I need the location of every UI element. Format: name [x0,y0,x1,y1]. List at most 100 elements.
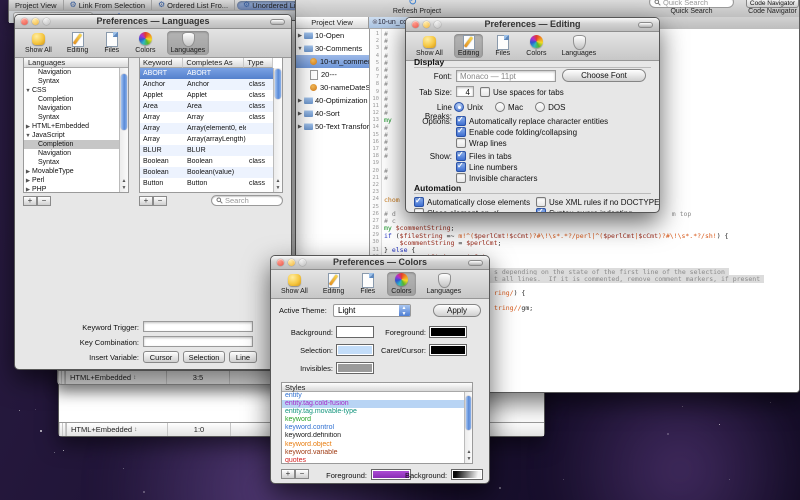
key-combination-field[interactable] [143,336,253,347]
tree-item[interactable]: ▶10-Open [296,29,369,42]
disclosure-collapsed-icon[interactable]: ▶ [296,124,304,130]
sidebar-item[interactable]: ▶PHP [24,185,119,193]
styles-scrollbar[interactable]: ▲▼ [464,392,472,463]
minimize-button[interactable] [288,259,295,266]
zoom-button[interactable] [434,21,441,28]
disclosure-expanded-icon[interactable]: ▼ [296,46,304,52]
toolbar-item-files[interactable]: Files [99,31,124,55]
style-background-swatch[interactable] [451,469,483,480]
tree-item[interactable]: ▶40-Optimization [296,94,369,107]
title-bar[interactable]: Preferences — Editing [406,18,659,32]
swatch-caretcursor[interactable] [429,344,467,356]
sidebar-item[interactable]: Syntax [24,158,119,167]
insert-cursor-button[interactable]: Cursor [143,351,179,363]
toolbar-pill-button[interactable] [270,19,285,25]
add-style-button[interactable]: + [281,469,295,479]
remove-style-button[interactable]: − [295,469,309,479]
style-item[interactable]: keyword [282,416,464,424]
minimize-button[interactable] [423,21,430,28]
sidebar-item[interactable]: ▶Perl [24,176,119,185]
checkbox-row[interactable]: Enable code folding/collapsing [456,127,577,137]
apply-button[interactable]: Apply [433,304,481,317]
checkbox-unchecked[interactable] [456,173,466,183]
title-bar[interactable]: Preferences — Colors [271,256,489,270]
table-row[interactable]: ArrayArrayclass [140,112,273,123]
checkbox-row[interactable]: Line numbers [456,162,517,172]
sidebar-item[interactable]: Navigation [24,104,119,113]
checkbox-checked[interactable] [456,162,466,172]
sidebar-item[interactable]: Syntax [24,113,119,122]
radio-selected[interactable] [454,102,464,112]
remove-keyword-button[interactable]: − [153,196,167,206]
table-row[interactable]: BooleanBoolean(value) [140,167,273,178]
checkbox-row[interactable]: Use spaces for tabs [480,87,564,97]
keyword-search-input[interactable]: Search [211,195,283,206]
keyword-trigger-field[interactable] [143,321,253,332]
disclosure-expanded-icon[interactable]: ▼ [24,88,32,94]
zoom-button[interactable] [299,259,306,266]
toolbar-item-languages[interactable]: Languages [423,272,466,296]
sidebar-item[interactable]: Navigation [24,149,119,158]
table-row[interactable]: AnchorAnchorclass [140,79,273,90]
zoom-button[interactable] [43,18,50,25]
remove-language-button[interactable]: − [37,196,51,206]
sidebar-item[interactable]: Completion [24,140,119,149]
sidebar-scrollbar[interactable]: ▲▼ [119,68,128,192]
style-item[interactable]: quotes [282,457,464,464]
minimize-button[interactable] [32,18,39,25]
title-bar[interactable]: Preferences — Languages [15,15,291,29]
active-theme-popup[interactable]: Light ▲▼ [333,304,411,317]
resize-grip-icon[interactable] [59,423,67,436]
favorites-item[interactable]: ⚙Ordered List Fro... [152,0,235,10]
tree-item[interactable]: ▶40-Sort [296,107,369,120]
checkbox-row[interactable]: Wrap lines [456,138,507,148]
checkbox-row[interactable]: Close element on </ [414,208,498,213]
checkbox-unchecked[interactable] [536,197,546,207]
radio-unix[interactable]: Unix [454,102,483,112]
toolbar-item-editing[interactable]: Editing [63,31,92,55]
style-item[interactable]: keyword.control [282,424,464,432]
checkbox-unchecked[interactable] [414,208,424,213]
insert-line-button[interactable]: Line [229,351,257,363]
toolbar-item-show-all[interactable]: Show All [277,272,312,296]
toolbar-item-files[interactable]: Files [355,272,380,296]
table-row[interactable]: ABORTABORT [140,68,273,79]
toolbar-item-show-all[interactable]: Show All [412,34,447,58]
add-keyword-button[interactable]: + [139,196,153,206]
swatch-foreground[interactable] [429,326,467,338]
close-button[interactable] [412,21,419,28]
style-item[interactable]: entity.tag.movable-type [282,408,464,416]
sidebar-item[interactable]: Syntax [24,77,119,86]
sidebar-item[interactable]: ▶MovableType [24,167,119,176]
disclosure-collapsed-icon[interactable]: ▶ [24,187,32,193]
checkbox-checked[interactable] [456,116,466,126]
table-row[interactable]: ButtonButtonclass [140,178,273,189]
sidebar-item[interactable]: ▶HTML+Embedded [24,122,119,131]
checkbox-row[interactable]: Automatically close elements [414,197,530,207]
toolbar-pill-button[interactable] [638,22,653,28]
disclosure-collapsed-icon[interactable]: ▶ [296,98,304,104]
style-item[interactable]: keyword.variable [282,449,464,457]
sidebar-item[interactable]: Navigation [24,68,119,77]
table-row[interactable]: AreaAreaclass [140,101,273,112]
tree-item[interactable]: ▼30-Comments [296,42,369,55]
refresh-icon[interactable]: ↻ [408,0,417,8]
table-row[interactable]: BLURBLUR [140,145,273,156]
syntax-mode-popup[interactable]: HTML+Embedded ↕ [66,373,166,382]
checkbox-row[interactable]: Syntax-aware indenting [536,208,633,213]
checkbox-checked[interactable] [456,151,466,161]
insert-selection-button[interactable]: Selection [183,351,225,363]
checkbox-unchecked[interactable] [456,138,466,148]
disclosure-collapsed-icon[interactable]: ▶ [24,169,32,175]
table-row[interactable]: ArrayArray(element0, eleme... [140,123,273,134]
toolbar-item-editing[interactable]: Editing [454,34,483,58]
radio-dos[interactable]: DOS [535,102,565,112]
resize-grip-icon[interactable] [58,371,66,384]
project-view-header[interactable]: Project View [296,17,369,29]
swatch-invisibles[interactable] [336,362,374,374]
style-item[interactable]: entity [282,392,464,400]
checkbox-row[interactable]: Files in tabs [456,151,512,161]
tree-item[interactable]: 30-nameDateStr [296,81,369,94]
checkbox-row[interactable]: Use XML rules if no DOCTYPE [536,197,659,207]
style-item[interactable]: keyword.object [282,441,464,449]
